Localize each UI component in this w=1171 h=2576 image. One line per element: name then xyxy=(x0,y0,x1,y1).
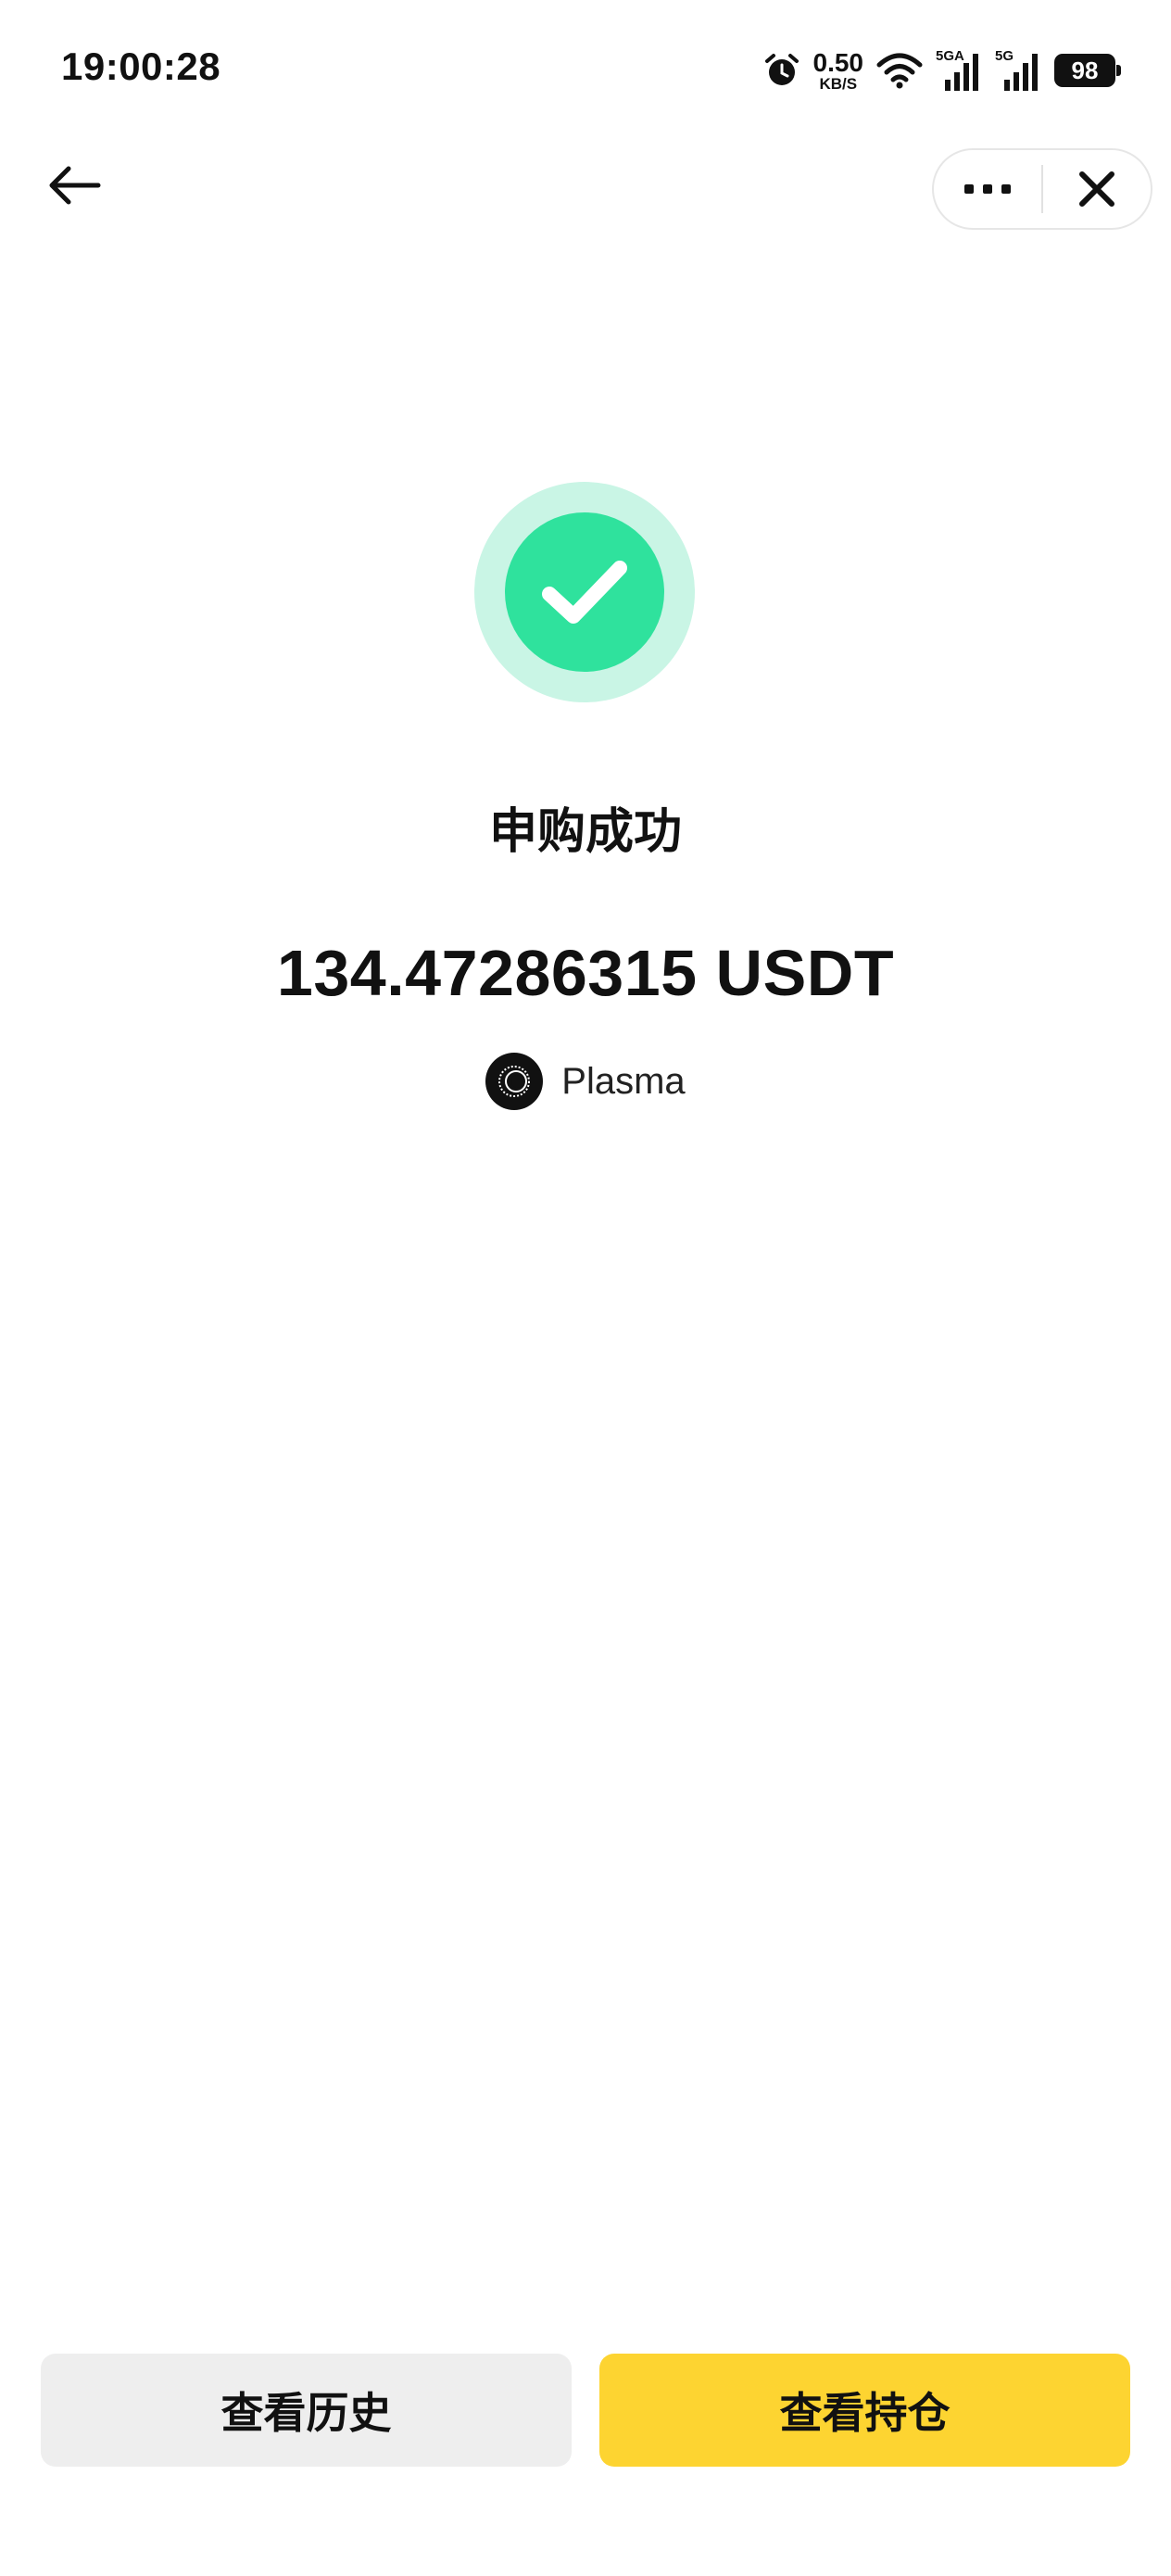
network-name: Plasma xyxy=(561,1060,686,1102)
page-title: 申购成功 xyxy=(488,805,682,859)
status-time: 19:00:28 xyxy=(61,44,221,88)
view-history-button[interactable]: 查看历史 xyxy=(41,2354,572,2467)
battery-indicator: 98 xyxy=(1054,54,1121,87)
cellular-signal-2-label: 5G xyxy=(995,48,1014,64)
status-bar: 19:00:28 0.50 KB/S 5GA 5G 98 xyxy=(0,0,1171,139)
cellular-signal-1: 5GA xyxy=(936,48,982,91)
more-button[interactable] xyxy=(934,150,1041,228)
bottom-actions: 查看历史 查看持仓 xyxy=(41,2354,1130,2467)
more-dots-icon xyxy=(964,184,1011,194)
subscription-success-screen: 19:00:28 0.50 KB/S 5GA 5G 98 申购成功 134.47… xyxy=(0,0,1171,2576)
cellular-signal-2: 5G xyxy=(995,48,1041,91)
cellular-signal-1-label: 5GA xyxy=(936,48,964,64)
alarm-icon xyxy=(763,52,800,89)
back-button[interactable] xyxy=(37,148,111,222)
mini-program-capsule xyxy=(932,148,1152,230)
success-circle xyxy=(505,512,664,672)
network-info: Plasma xyxy=(0,1053,1171,1110)
network-speed-unit: KB/S xyxy=(819,74,858,93)
checkmark-icon xyxy=(542,561,627,624)
battery-level: 98 xyxy=(1071,56,1099,84)
plasma-logo-icon xyxy=(485,1053,544,1110)
arrow-left-icon xyxy=(49,166,101,205)
network-speed: 0.50 KB/S xyxy=(812,47,864,93)
subscription-amount: 134.47286315 USDT xyxy=(276,937,895,1009)
close-icon xyxy=(1078,171,1114,207)
close-button[interactable] xyxy=(1043,150,1151,228)
network-speed-value: 0.50 xyxy=(812,47,864,77)
view-holdings-button[interactable]: 查看持仓 xyxy=(599,2354,1130,2467)
success-badge xyxy=(474,482,695,702)
wifi-icon xyxy=(876,52,923,89)
status-icons: 0.50 KB/S 5GA 5G 98 xyxy=(763,44,1121,96)
